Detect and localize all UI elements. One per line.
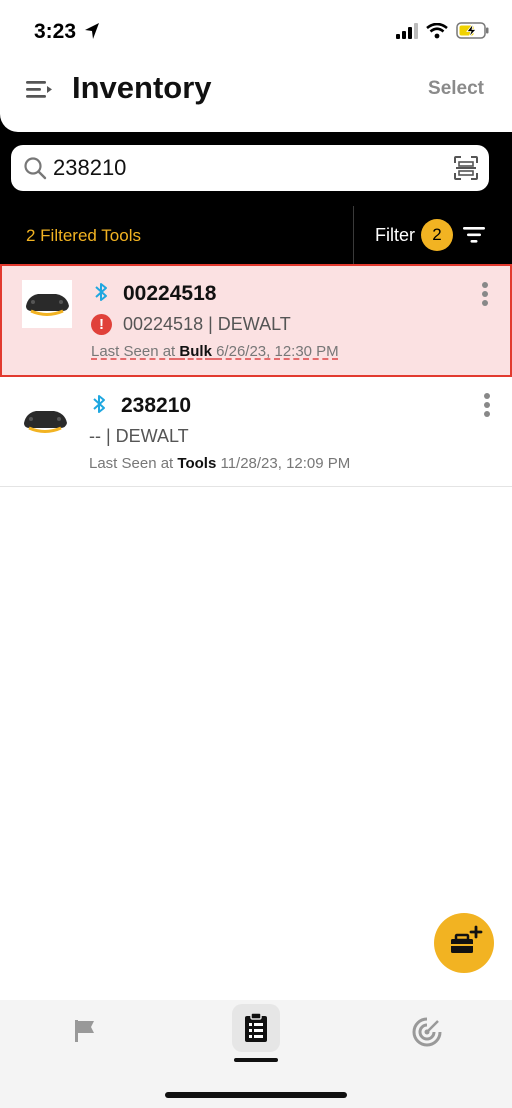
wifi-icon [426,22,448,38]
nav-active-indicator [234,1058,278,1062]
add-toolbox-icon [451,925,483,953]
menu-icon[interactable] [26,78,54,102]
filter-count-badge: 2 [421,219,453,251]
scan-icon[interactable] [453,155,479,181]
filter-divider [353,206,354,264]
sort-icon [463,227,485,243]
tool-subtitle: 00224518 | DEWALT [123,314,291,334]
bottom-nav [0,1000,512,1108]
page-title: Inventory [72,70,212,105]
tool-thumbnail [24,411,67,433]
flag-icon[interactable] [72,1018,98,1044]
last-seen-location: Tools [177,455,217,472]
filter-label: Filter [375,224,415,245]
bluetooth-icon [95,283,107,301]
battery-charging-icon [456,22,489,39]
filter-bar: 2 Filtered Tools Filter 2 [0,206,512,264]
list-item[interactable]: 238210 -- | DEWALT Last Seen at Tools 11… [0,377,512,487]
bluetooth-icon [93,395,105,413]
filter-button[interactable]: Filter 2 [375,219,485,251]
tool-thumbnail [22,280,72,328]
add-toolbox-button[interactable] [434,913,494,973]
tool-id: 00224518 [123,282,217,305]
status-time: 3:23 [34,20,77,43]
last-seen: Last Seen at Bulk 6/26/23, 12:30 PM [91,343,339,360]
kebab-icon[interactable] [482,282,488,309]
list-item[interactable]: 00224518 ! 00224518 | DEWALT Last Seen a… [0,264,512,377]
radar-icon[interactable] [411,1016,443,1048]
last-seen: Last Seen at Tools 11/28/23, 12:09 PM [89,455,350,472]
nav-inventory[interactable] [232,1004,280,1052]
filtered-count: 2 Filtered Tools [26,226,141,245]
search-icon [24,157,47,180]
signal-icon [396,22,418,39]
last-seen-time: 6/26/23, 12:30 PM [216,343,339,360]
tool-list: 00224518 ! 00224518 | DEWALT Last Seen a… [0,264,512,1000]
status-bar: 3:23 [0,0,512,62]
home-indicator [165,1092,347,1098]
last-seen-label: Last Seen at [91,343,176,360]
header: Inventory Select [0,62,512,132]
alert-icon: ! [91,314,112,335]
last-seen-location: Bulk [179,343,212,360]
tool-subtitle: -- | DEWALT [89,426,189,446]
last-seen-time: 11/28/23, 12:09 PM [220,455,351,472]
inventory-icon [245,1012,267,1042]
kebab-icon[interactable] [484,393,490,420]
location-arrow-icon [85,23,99,39]
tool-id: 238210 [121,394,192,417]
select-button[interactable]: Select [428,78,484,100]
last-seen-label: Last Seen at [89,455,174,472]
search-input[interactable] [53,152,433,184]
search-bar [11,145,489,191]
